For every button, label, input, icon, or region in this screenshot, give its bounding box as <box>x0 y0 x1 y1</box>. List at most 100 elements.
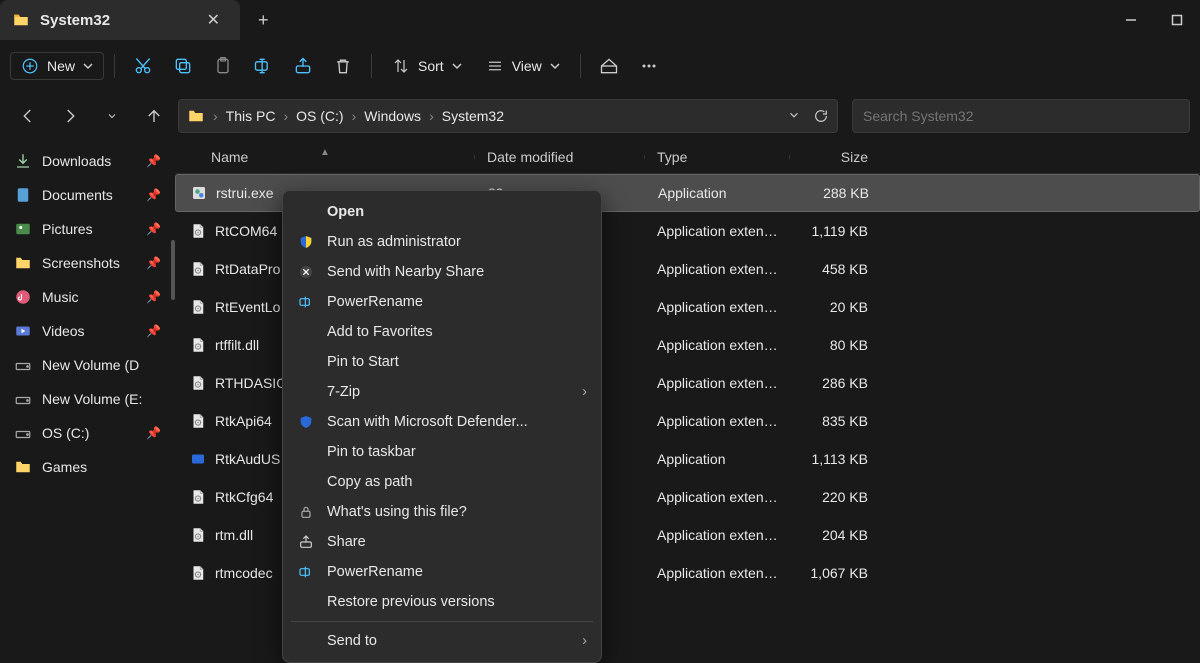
close-icon[interactable]: ✕ <box>201 8 226 32</box>
extract-button[interactable] <box>591 50 627 82</box>
chevron-right-icon: › <box>283 108 288 124</box>
share-button[interactable] <box>285 50 321 82</box>
column-type[interactable]: Type <box>645 149 790 165</box>
file-name: rtmcodec <box>215 565 273 581</box>
context-menu-item[interactable]: Share <box>283 527 601 557</box>
sidebar-item-label: Documents <box>42 187 113 203</box>
sidebar-item[interactable]: New Volume (D <box>0 348 175 382</box>
sidebar-item[interactable]: OS (C:)📌 <box>0 416 175 450</box>
video-icon <box>14 322 32 340</box>
chevron-down-icon <box>452 61 462 71</box>
sidebar-item[interactable]: Screenshots📌 <box>0 246 175 280</box>
delete-button[interactable] <box>325 50 361 82</box>
context-menu-item[interactable]: Send with Nearby Share <box>283 257 601 287</box>
sidebar-item-label: OS (C:) <box>42 425 89 441</box>
context-menu-item[interactable]: Pin to Start <box>283 347 601 377</box>
file-size: 1,119 KB <box>790 223 880 239</box>
sidebar-item[interactable]: Documents 📌 <box>0 178 175 212</box>
sidebar-item[interactable]: Videos📌 <box>0 314 175 348</box>
breadcrumb-item[interactable]: This PC <box>226 108 276 124</box>
context-menu-item[interactable]: Add to Favorites <box>283 317 601 347</box>
shield-icon <box>297 233 315 251</box>
file-type: Application extensi... <box>645 261 790 277</box>
paste-button[interactable] <box>205 50 241 82</box>
tab-active[interactable]: System32 ✕ <box>0 0 240 40</box>
column-name[interactable]: ▲Name <box>175 149 475 165</box>
context-menu-item[interactable]: 7-Zip› <box>283 377 601 407</box>
chevron-right-icon: › <box>429 108 434 124</box>
sidebar-item[interactable]: Games <box>0 450 175 484</box>
context-menu-item[interactable]: Pin to taskbar <box>283 437 601 467</box>
chevron-down-icon[interactable] <box>787 108 801 124</box>
view-button[interactable]: View <box>476 51 570 81</box>
menu-item-label: Scan with Microsoft Defender... <box>327 414 528 430</box>
file-size: 204 KB <box>790 527 880 543</box>
column-size[interactable]: Size <box>790 149 880 165</box>
drive-icon <box>14 424 32 442</box>
sidebar-item[interactable]: Pictures📌 <box>0 212 175 246</box>
sidebar-item[interactable]: Downloads📌 <box>0 144 175 178</box>
file-name: RTHDASIO <box>215 375 287 391</box>
cut-button[interactable] <box>125 50 161 82</box>
pin-icon: 📌 <box>146 188 161 202</box>
search-input[interactable] <box>863 108 1179 124</box>
file-type: Application extensi... <box>645 527 790 543</box>
menu-item-label: Add to Favorites <box>327 324 433 340</box>
context-menu-item[interactable]: Send to› <box>283 626 601 656</box>
context-menu-item[interactable]: Run as administrator <box>283 227 601 257</box>
file-type: Application extensi... <box>645 489 790 505</box>
menu-item-label: Run as administrator <box>327 234 461 250</box>
recent-button[interactable] <box>94 98 130 134</box>
breadcrumb-item[interactable]: OS (C:) <box>296 108 343 124</box>
context-menu-item[interactable]: What's using this file? <box>283 497 601 527</box>
download-icon <box>14 152 32 170</box>
blank-icon <box>297 353 315 371</box>
defender-icon <box>297 413 315 431</box>
context-menu-item[interactable]: PowerRename <box>283 557 601 587</box>
sidebar-item[interactable]: New Volume (E: <box>0 382 175 416</box>
refresh-button[interactable] <box>813 108 829 124</box>
file-size: 835 KB <box>790 413 880 429</box>
maximize-button[interactable] <box>1154 0 1200 40</box>
folder-icon <box>12 11 30 29</box>
file-name: RtkAudUS <box>215 451 280 467</box>
context-menu-item[interactable]: Scan with Microsoft Defender... <box>283 407 601 437</box>
menu-item-label: Open <box>327 204 364 220</box>
context-menu-item[interactable]: Restore previous versions <box>283 587 601 617</box>
minimize-button[interactable] <box>1108 0 1154 40</box>
context-menu-item[interactable]: Open <box>283 197 601 227</box>
file-name: RtDataPro <box>215 261 280 277</box>
new-tab-button[interactable]: + <box>240 10 287 31</box>
more-button[interactable] <box>631 50 667 82</box>
file-name: rtm.dll <box>215 527 253 543</box>
blank-icon <box>297 203 315 221</box>
sidebar-item-label: Videos <box>42 323 85 339</box>
rename-button[interactable] <box>245 50 281 82</box>
file-type: Application <box>646 185 791 201</box>
rename-icon <box>297 563 315 581</box>
forward-button[interactable] <box>52 98 88 134</box>
context-menu-item[interactable]: PowerRename <box>283 287 601 317</box>
doc-icon <box>14 186 32 204</box>
toolbar: New Sort View <box>0 40 1200 92</box>
copy-button[interactable] <box>165 50 201 82</box>
address-bar[interactable]: › This PC › OS (C:) › Windows › System32 <box>178 99 838 133</box>
pin-icon: 📌 <box>146 290 161 304</box>
sort-button[interactable]: Sort <box>382 51 472 81</box>
sidebar-item[interactable]: Music📌 <box>0 280 175 314</box>
address-row: › This PC › OS (C:) › Windows › System32 <box>0 92 1200 140</box>
breadcrumb-item[interactable]: System32 <box>442 108 504 124</box>
search-box[interactable] <box>852 99 1190 133</box>
column-date[interactable]: Date modified <box>475 149 645 165</box>
context-menu-item[interactable]: Copy as path <box>283 467 601 497</box>
pin-icon: 📌 <box>146 222 161 236</box>
menu-item-label: Copy as path <box>327 474 412 490</box>
new-button[interactable]: New <box>10 52 104 80</box>
breadcrumb-item[interactable]: Windows <box>364 108 421 124</box>
up-button[interactable] <box>136 98 172 134</box>
menu-item-label: PowerRename <box>327 294 423 310</box>
back-button[interactable] <box>10 98 46 134</box>
chevron-right-icon: › <box>213 108 218 124</box>
chevron-right-icon: › <box>352 108 357 124</box>
menu-item-label: Send with Nearby Share <box>327 264 484 280</box>
